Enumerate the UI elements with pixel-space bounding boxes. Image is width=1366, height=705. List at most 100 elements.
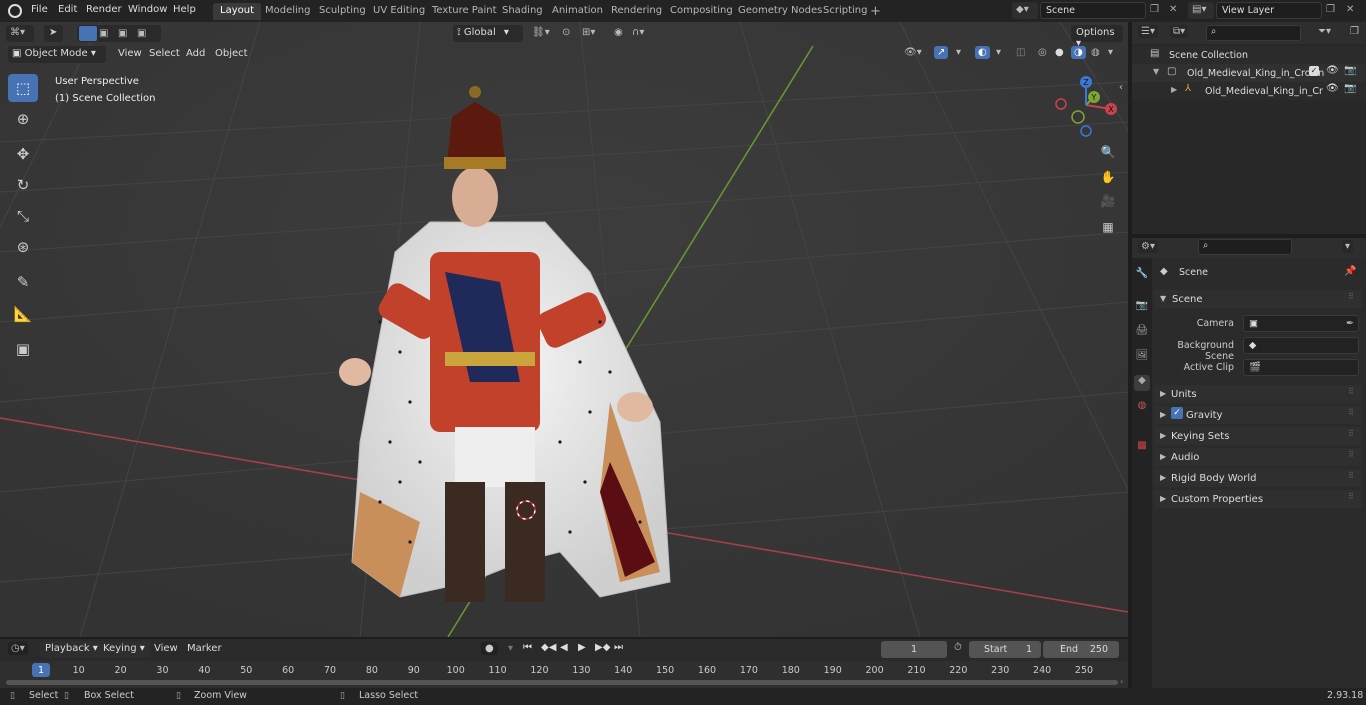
chevron-down-icon[interactable]: ▾ (508, 643, 513, 654)
expand-arrow-icon[interactable]: ▼ (1153, 67, 1159, 76)
measure-tool-icon[interactable]: 📐 (8, 300, 38, 328)
chevron-down-icon[interactable]: ▾ (1108, 47, 1113, 58)
select-tool-icon[interactable]: ➤ (44, 25, 63, 42)
solid-shading-icon[interactable]: ● (1055, 47, 1064, 58)
rotate-tool-icon[interactable]: ↻ (8, 171, 38, 199)
xray-toggle-icon[interactable]: ◫ (1016, 47, 1025, 58)
jump-end-icon[interactable]: ⏭ (614, 642, 623, 653)
active-clip-field[interactable]: 🎬 (1243, 359, 1359, 376)
timeline-editor-icon[interactable]: ◷▾ (8, 642, 28, 655)
tool-tab-icon[interactable]: 🔧 (1134, 268, 1150, 284)
select-new-icon[interactable] (79, 26, 97, 41)
view-layer-field[interactable]: View Layer (1216, 2, 1322, 19)
properties-editor-icon[interactable]: ⚙▾ (1138, 240, 1158, 253)
snap-target-icon[interactable]: ⊞▾ (582, 27, 595, 38)
scene-selector-icon[interactable]: ◆▾ (1012, 2, 1038, 19)
play-reverse-icon[interactable]: ◀ (560, 642, 568, 653)
prev-keyframe-icon[interactable]: ◆◀ (541, 642, 556, 653)
end-frame-field[interactable]: End 250 (1043, 641, 1119, 658)
mode-selector[interactable]: ▣ Object Mode ▾ (8, 46, 106, 63)
3d-viewport[interactable] (0, 22, 1128, 637)
next-keyframe-icon[interactable]: ▶◆ (595, 642, 610, 653)
pan-hand-icon[interactable]: ✋ (1097, 166, 1119, 188)
background-scene-field[interactable]: ◆ (1243, 337, 1359, 354)
menu-window[interactable]: Window (128, 4, 167, 15)
menu-file[interactable]: File (31, 4, 48, 15)
keying-menu[interactable]: Keying ▾ (98, 641, 150, 658)
selection-mode-group[interactable]: ▣ ▣ ▣ (77, 25, 161, 42)
view-layer-tab-icon[interactable]: 🖼 (1134, 350, 1150, 366)
add-cube-tool-icon[interactable]: ▣ (8, 335, 38, 363)
drag-handle-icon[interactable]: ⠿ (1348, 429, 1354, 438)
menu-edit[interactable]: Edit (58, 4, 77, 15)
drag-handle-icon[interactable]: ⠿ (1348, 471, 1354, 480)
gravity-checkbox[interactable]: ✓ (1171, 407, 1183, 419)
move-tool-icon[interactable]: ✥ (8, 140, 38, 168)
drag-handle-icon[interactable]: ⠿ (1348, 492, 1354, 501)
gizmo-toggle-icon[interactable]: ↗ (934, 46, 949, 59)
viewport-menu-object[interactable]: Object (210, 46, 253, 63)
transform-orientation[interactable]: ⟟ Global ▾ (453, 25, 523, 42)
navigation-gizmo[interactable]: X Y Z (1050, 70, 1122, 140)
tab-sculpting[interactable]: Sculpting (312, 3, 373, 20)
editor-type-icon[interactable]: ⌘▾ (6, 25, 34, 42)
add-workspace-icon[interactable]: + (870, 4, 881, 19)
blender-logo-icon[interactable] (8, 4, 22, 18)
stopwatch-icon[interactable]: ⏱ (954, 642, 962, 653)
timeline-menu-marker[interactable]: Marker (182, 641, 227, 658)
outliner-row-scene-collection[interactable] (1132, 46, 1366, 64)
close-scene-icon[interactable]: ✕ (1169, 4, 1177, 15)
wireframe-shading-icon[interactable]: ◎ (1038, 47, 1047, 58)
scale-tool-icon[interactable]: ⤡ (8, 202, 38, 230)
pivot-point-icon[interactable]: ⛓▾ (532, 27, 550, 38)
filter-icon[interactable]: ⏷▾ (1318, 26, 1331, 37)
playback-menu[interactable]: Playback ▾ (40, 641, 103, 658)
annotate-tool-icon[interactable]: ✎ (8, 268, 38, 296)
expand-arrow-icon[interactable]: ▶ (1171, 85, 1177, 94)
new-collection-icon[interactable]: ❐ (1350, 26, 1359, 37)
ortho-toggle-icon[interactable]: ▦ (1097, 216, 1119, 238)
cursor-tool-icon[interactable]: ⊕ (8, 105, 38, 133)
texture-tab-icon[interactable]: ▩ (1134, 440, 1150, 456)
eyedropper-icon[interactable]: ✒ (1346, 318, 1354, 329)
falloff-icon[interactable]: ∩▾ (632, 27, 644, 38)
options-dropdown[interactable]: Options ▾ (1071, 25, 1123, 49)
timeline-scrollbar[interactable] (6, 680, 1118, 685)
chevron-down-icon[interactable]: ▾ (996, 47, 1001, 58)
outliner-editor-icon[interactable]: ☰▾ (1138, 25, 1158, 38)
close-view-layer-icon[interactable]: ✕ (1346, 4, 1354, 15)
tab-animation[interactable]: Animation (545, 3, 610, 20)
camera-render-icon[interactable]: 📷 (1344, 83, 1356, 94)
timeline-menu-view[interactable]: View (149, 641, 183, 658)
chevron-down-icon[interactable]: ▾ (1342, 240, 1354, 253)
drag-handle-icon[interactable]: ⠿ (1348, 450, 1354, 459)
drag-handle-icon[interactable]: ⠿ (1348, 408, 1354, 417)
view-layer-selector-icon[interactable]: ▤▾ (1188, 2, 1214, 19)
tab-compositing[interactable]: Compositing (663, 3, 740, 20)
display-mode-icon[interactable]: ⧉▾ (1170, 25, 1189, 38)
tab-rendering[interactable]: Rendering (604, 3, 669, 20)
rendered-shading-icon[interactable]: ◍ (1091, 47, 1100, 58)
zoom-icon[interactable]: 🔍 (1097, 141, 1119, 163)
record-icon[interactable]: ● (481, 642, 498, 655)
select-box-tool-icon[interactable]: ⬚ (8, 74, 38, 102)
viewport-menu-view[interactable]: View (113, 46, 147, 63)
material-preview-icon[interactable]: ◑ (1071, 46, 1086, 59)
scene-tab-icon[interactable]: ◆ (1134, 375, 1150, 391)
camera-render-icon[interactable]: 📷 (1344, 65, 1356, 76)
output-tab-icon[interactable]: 🖨 (1134, 325, 1150, 341)
current-frame-field[interactable]: 1 (881, 641, 947, 658)
visibility-filter-icon[interactable]: 👁▾ (904, 47, 922, 58)
include-checkbox[interactable]: ✓ (1309, 66, 1319, 76)
transform-tool-icon[interactable]: ⊛ (8, 233, 38, 261)
camera-view-icon[interactable]: 🎥 (1097, 190, 1119, 212)
eye-icon[interactable]: 👁 (1326, 65, 1339, 76)
scene-field[interactable]: Scene (1040, 2, 1146, 19)
chevron-down-icon[interactable]: ▾ (956, 47, 961, 58)
outliner-search-input[interactable]: ⌕ (1206, 25, 1301, 41)
render-tab-icon[interactable]: 📷 (1134, 300, 1150, 316)
start-frame-field[interactable]: Start 1 (969, 641, 1041, 658)
drag-handle-icon[interactable]: ⠿ (1348, 387, 1354, 396)
select-subtract-icon[interactable]: ▣ (118, 28, 127, 39)
tab-uv-editing[interactable]: UV Editing (366, 3, 432, 20)
